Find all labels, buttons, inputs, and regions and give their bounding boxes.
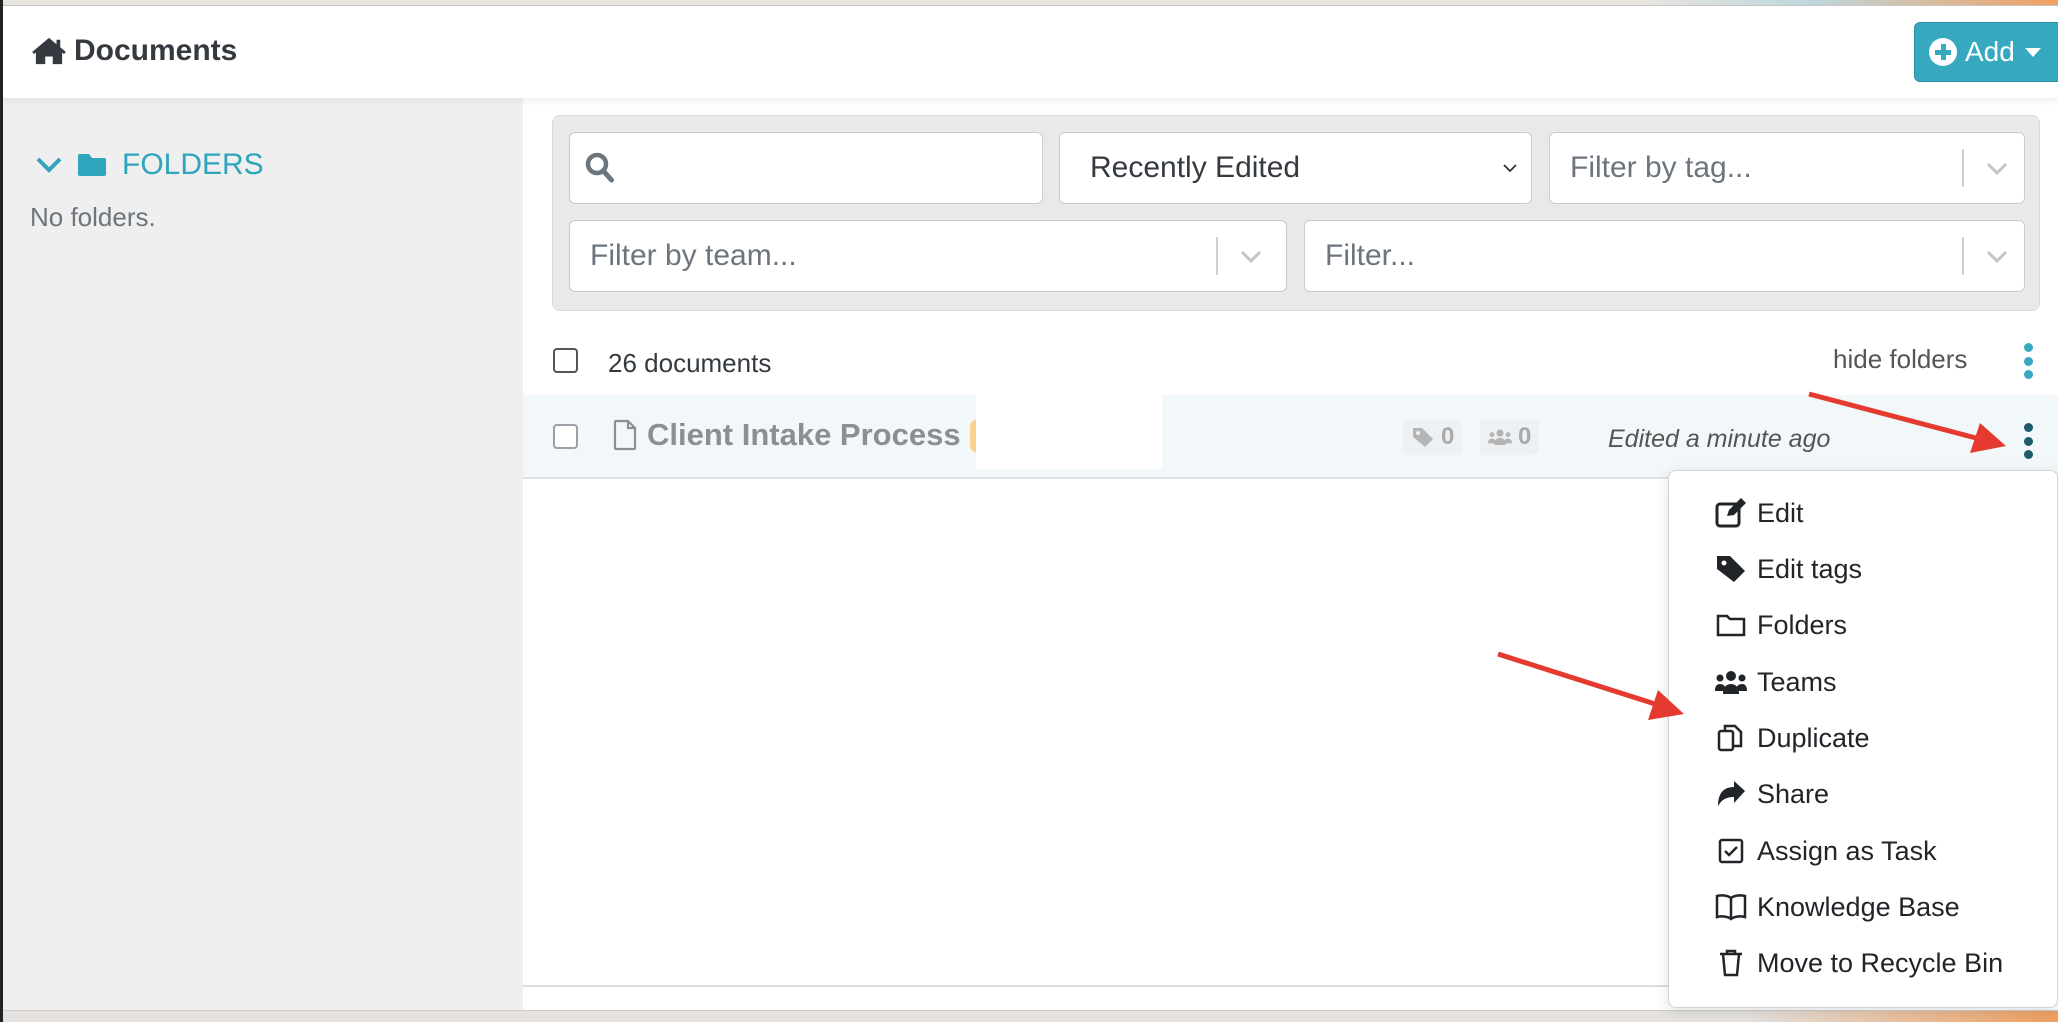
divider [1962, 149, 1964, 187]
chevron-down-icon [36, 157, 62, 173]
folders-label: FOLDERS [122, 148, 264, 181]
window-left-edge [0, 0, 3, 1022]
plus-circle-icon [1929, 38, 1957, 66]
sort-select-value: Recently Edited [1090, 151, 1301, 184]
team-count: 0 [1518, 423, 1532, 450]
menu-item-folders[interactable]: Folders [1715, 603, 1847, 647]
edited-timestamp: Edited a minute ago [1608, 425, 1831, 453]
page-title: Documents [32, 34, 237, 68]
list-header: 26 documents hide folders [523, 330, 2058, 394]
team-filter-placeholder: Filter by team... [590, 239, 797, 272]
menu-item-label: Folders [1757, 609, 1848, 640]
document-name[interactable]: Client Intake Process [647, 417, 961, 453]
menu-item-duplicate[interactable]: Duplicate [1715, 716, 1870, 760]
sort-select[interactable]: Recently Edited [1059, 132, 1532, 204]
trash-icon [1720, 949, 1742, 977]
menu-item-label: Teams [1757, 666, 1837, 697]
chevron-down-icon [1503, 164, 1517, 173]
add-button-label: Add [1965, 36, 2015, 67]
menu-item-recycle-bin[interactable]: Move to Recycle Bin [1715, 941, 2003, 985]
share-icon [1718, 781, 1745, 806]
menu-item-knowledge-base[interactable]: Knowledge Base [1715, 885, 1960, 929]
menu-item-label: Assign as Task [1757, 835, 1937, 866]
menu-item-edit-tags[interactable]: Edit tags [1715, 547, 1862, 591]
page-title-text: Documents [74, 34, 238, 67]
folder-icon [1716, 614, 1746, 637]
row-options-menu: Edit Edit tags Folders Teams Duplicate S… [1668, 470, 2058, 1008]
file-icon [613, 419, 637, 451]
no-folders-text: No folders. [30, 202, 156, 232]
menu-item-teams[interactable]: Teams [1715, 660, 1837, 704]
row-options-kebab-icon[interactable] [2023, 423, 2033, 459]
page-header: Documents Add [0, 6, 2058, 98]
search-input[interactable] [569, 132, 1043, 204]
menu-item-label: Move to Recycle Bin [1757, 947, 2004, 978]
team-filter[interactable]: Filter by team... [569, 220, 1287, 292]
tag-icon [1413, 428, 1433, 447]
folder-icon [78, 154, 106, 176]
tag-icon [1717, 556, 1745, 582]
general-filter[interactable]: Filter... [1304, 220, 2025, 292]
table-row[interactable]: Client Intake Process 0 0 Edited a minut… [523, 395, 2058, 479]
tag-filter[interactable]: Filter by tag... [1549, 132, 2025, 204]
menu-item-share[interactable]: Share [1715, 772, 1829, 816]
folders-toggle[interactable]: FOLDERS [36, 148, 264, 182]
menu-item-assign-task[interactable]: Assign as Task [1715, 829, 1937, 873]
book-icon [1715, 894, 1747, 921]
edit-icon [1715, 498, 1746, 528]
caret-down-icon [2024, 47, 2041, 57]
divider [1216, 237, 1218, 275]
annotation-arrow-duplicate [1497, 651, 1684, 720]
select-all-checkbox[interactable] [553, 348, 578, 373]
filter-panel: Recently Edited Filter by tag... Filter … [552, 115, 2040, 311]
home-icon [32, 37, 66, 65]
menu-item-label: Duplicate [1757, 722, 1870, 753]
copy-icon [1717, 724, 1743, 752]
checkbox-icon [1718, 838, 1744, 864]
chevron-down-icon [1240, 250, 1262, 264]
hide-folders-link[interactable]: hide folders [1833, 344, 1967, 375]
users-icon [1488, 429, 1512, 445]
tag-count-badge: 0 [1403, 419, 1463, 455]
menu-item-label: Edit [1757, 497, 1804, 528]
menu-item-label: Knowledge Base [1757, 891, 1960, 922]
tag-count: 0 [1441, 423, 1455, 450]
redacted-area [976, 395, 1162, 469]
sidebar: FOLDERS No folders. [0, 98, 523, 1010]
chevron-down-icon [1986, 250, 2008, 264]
team-count-badge: 0 [1480, 419, 1540, 455]
add-button[interactable]: Add [1914, 22, 2058, 82]
menu-item-label: Edit tags [1757, 553, 1863, 584]
users-icon [1715, 671, 1747, 694]
divider [1962, 237, 1964, 275]
menu-item-label: Share [1757, 778, 1830, 809]
window-bottom-strip [0, 1010, 2058, 1022]
list-options-kebab-icon[interactable] [2023, 343, 2033, 379]
general-filter-placeholder: Filter... [1325, 239, 1416, 272]
chevron-down-icon [1986, 162, 2008, 176]
search-icon [585, 152, 614, 183]
row-checkbox[interactable] [553, 424, 578, 449]
document-count: 26 documents [608, 348, 772, 378]
menu-item-edit[interactable]: Edit [1715, 491, 1804, 535]
tag-filter-placeholder: Filter by tag... [1570, 151, 1752, 184]
